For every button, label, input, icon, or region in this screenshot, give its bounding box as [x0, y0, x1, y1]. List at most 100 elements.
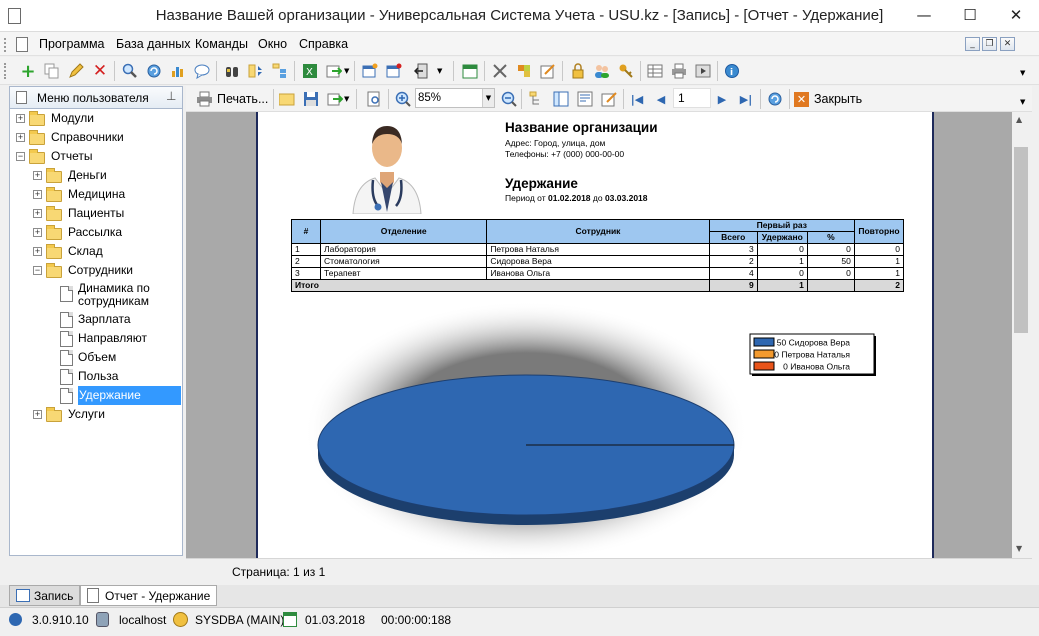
menu-database[interactable]: База данных: [116, 32, 190, 56]
save-icon[interactable]: [301, 89, 321, 109]
collapse-icon[interactable]: −: [16, 152, 25, 161]
tree-item[interactable]: − Отчеты: [10, 147, 182, 166]
menu-program[interactable]: Программа: [39, 32, 105, 56]
tree-item[interactable]: + Склад: [10, 242, 182, 261]
keys-icon[interactable]: [616, 61, 636, 81]
report-export-icon[interactable]: [325, 89, 345, 109]
mdi-close-button[interactable]: ✕: [1000, 37, 1015, 51]
mdi-restore-button[interactable]: ❐: [982, 37, 997, 51]
tree-icon[interactable]: [270, 61, 290, 81]
tree-item[interactable]: + Услуги: [10, 405, 182, 424]
exit-dropdown-arrow[interactable]: ▼: [437, 67, 442, 75]
pin-icon[interactable]: ⊥: [166, 89, 176, 103]
tab-record[interactable]: Запись: [9, 585, 81, 606]
tree-item[interactable]: + Справочники: [10, 128, 182, 147]
tree-item[interactable]: Польза: [10, 367, 182, 386]
menu-commands[interactable]: Команды: [195, 32, 248, 56]
comment-icon[interactable]: [192, 61, 212, 81]
last-page-icon[interactable]: ▶|: [736, 89, 756, 109]
exit-icon[interactable]: [412, 61, 432, 81]
tree-item[interactable]: Удержание: [10, 386, 182, 405]
layout-icon[interactable]: [551, 89, 571, 109]
tab-report[interactable]: Отчет - Удержание: [80, 585, 218, 606]
open-icon[interactable]: [277, 89, 297, 109]
filter-icon[interactable]: [168, 61, 188, 81]
vertical-scrollbar[interactable]: ▲ ▼: [1012, 112, 1030, 558]
report-toolbar-overflow[interactable]: ▼: [1020, 98, 1025, 106]
binoculars-icon[interactable]: [222, 61, 242, 81]
excel-export-icon[interactable]: X: [300, 61, 320, 81]
reload-icon[interactable]: [765, 89, 785, 109]
expand-icon[interactable]: +: [33, 247, 42, 256]
refresh-icon[interactable]: [144, 61, 164, 81]
tree-item[interactable]: Направляют: [10, 329, 182, 348]
first-page-icon[interactable]: |◀: [627, 89, 647, 109]
minimize-button[interactable]: —: [901, 0, 947, 30]
export-dropdown-arrow[interactable]: ▼: [344, 67, 349, 75]
zoom-in-icon[interactable]: [393, 89, 413, 109]
close-window-icon[interactable]: [384, 61, 404, 81]
close-report-button[interactable]: ✕ Закрыть: [794, 89, 862, 109]
expand-icon[interactable]: +: [33, 410, 42, 419]
menu-window[interactable]: Окно: [258, 32, 287, 56]
toolbar-separator: [521, 89, 522, 109]
expand-icon[interactable]: +: [33, 209, 42, 218]
menu-grip: [4, 38, 7, 52]
mdi-minimize-button[interactable]: _: [965, 37, 980, 51]
toolbar-overflow-arrow[interactable]: ▼: [1020, 69, 1025, 77]
zoom-dropdown-arrow[interactable]: ▼: [482, 89, 494, 107]
expand-icon[interactable]: +: [33, 190, 42, 199]
maximize-button[interactable]: ☐: [947, 0, 993, 30]
search-icon[interactable]: [120, 61, 140, 81]
lock-icon[interactable]: [568, 61, 588, 81]
report-export-dropdown[interactable]: ▼: [344, 95, 349, 103]
notes-icon[interactable]: [538, 61, 558, 81]
export-icon[interactable]: [324, 61, 344, 81]
zoom-out-icon[interactable]: [499, 89, 519, 109]
page-setup-icon[interactable]: [575, 89, 595, 109]
zoom-field[interactable]: 85% ▼: [415, 88, 495, 108]
tree-item[interactable]: + Пациенты: [10, 204, 182, 223]
edit-report-icon[interactable]: [599, 89, 619, 109]
scroll-up-arrow[interactable]: ▲: [1016, 115, 1022, 124]
new-window-icon[interactable]: [360, 61, 380, 81]
calendar-icon[interactable]: [460, 61, 480, 81]
delete-icon[interactable]: ✕: [90, 61, 110, 81]
scroll-down-arrow[interactable]: ▼: [1016, 544, 1022, 553]
menu-help[interactable]: Справка: [299, 32, 348, 56]
tree-item[interactable]: + Деньги: [10, 166, 182, 185]
expand-icon[interactable]: +: [33, 171, 42, 180]
tree-item[interactable]: + Модули: [10, 109, 182, 128]
scroll-thumb[interactable]: [1014, 147, 1028, 333]
tree-item[interactable]: + Рассылка: [10, 223, 182, 242]
next-page-icon[interactable]: ▶: [712, 89, 732, 109]
tree-item[interactable]: Динамика по сотрудникам: [10, 280, 182, 310]
prev-page-icon[interactable]: ◀: [651, 89, 671, 109]
sort-icon[interactable]: [246, 61, 266, 81]
print-button[interactable]: Печать...: [196, 89, 268, 109]
tree-item[interactable]: Объем: [10, 348, 182, 367]
edit-icon[interactable]: [66, 61, 86, 81]
users-icon[interactable]: [592, 61, 612, 81]
tree-item-label: Отчеты: [51, 149, 93, 163]
copy-icon[interactable]: [42, 61, 62, 81]
expand-icon[interactable]: +: [16, 133, 25, 142]
print-icon[interactable]: [669, 61, 689, 81]
expand-icon[interactable]: +: [33, 228, 42, 237]
report-viewer[interactable]: Название организации Адрес: Город, улица…: [186, 112, 1012, 558]
tree-item[interactable]: Зарплата: [10, 310, 182, 329]
info-icon[interactable]: i: [722, 61, 742, 81]
outline-icon[interactable]: [527, 89, 547, 109]
close-button[interactable]: ✕: [993, 0, 1039, 30]
page-number-field[interactable]: 1: [673, 88, 711, 108]
preview-icon[interactable]: [364, 89, 384, 109]
tools-icon[interactable]: [490, 61, 510, 81]
tree-item[interactable]: + Медицина: [10, 185, 182, 204]
tree-item[interactable]: − Сотрудники: [10, 261, 182, 280]
expand-icon[interactable]: +: [16, 114, 25, 123]
collapse-icon[interactable]: −: [33, 266, 42, 275]
puzzle-icon[interactable]: [514, 61, 534, 81]
table-icon[interactable]: [645, 61, 665, 81]
add-icon[interactable]: +: [18, 61, 38, 82]
video-icon[interactable]: [693, 61, 713, 81]
